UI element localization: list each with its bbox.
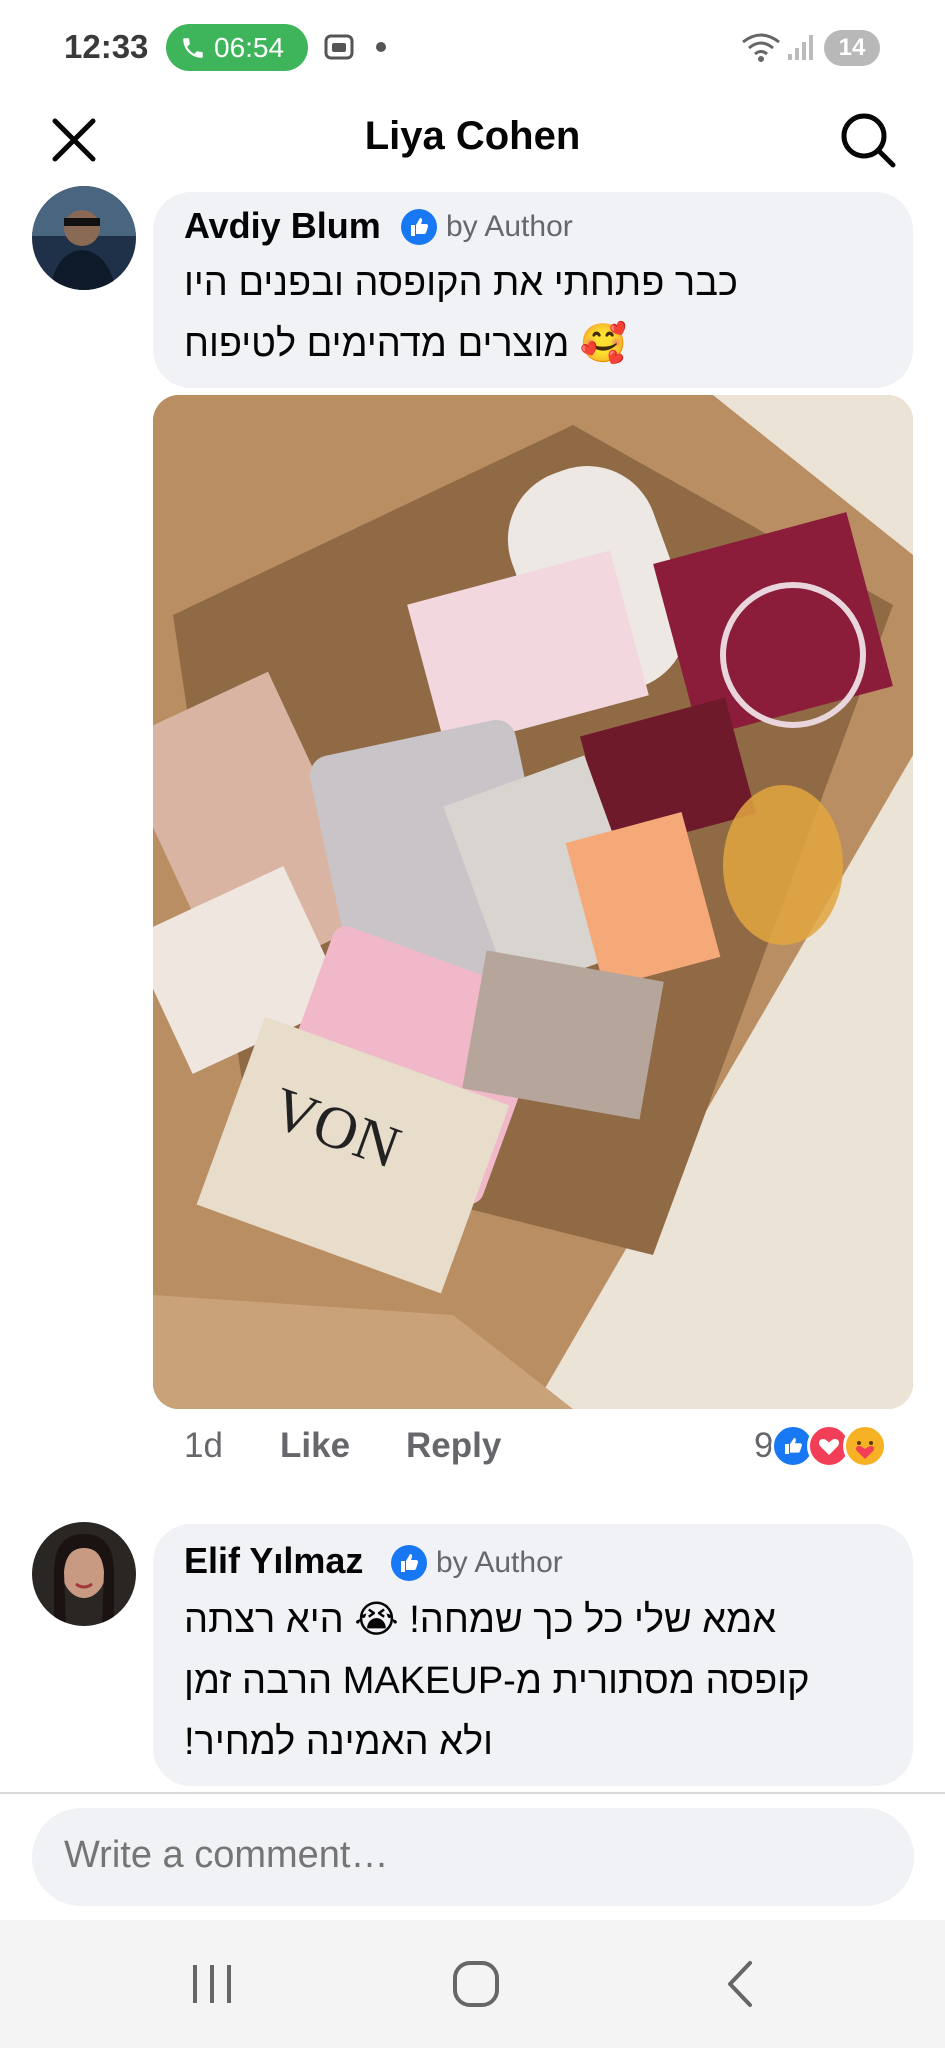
care-icon (843, 1424, 888, 1468)
like-button[interactable]: Like (280, 1426, 350, 1466)
comment-text: אמא שלי כל כך שמחה! 😭 היא רצתה קופסה מסת… (184, 1590, 810, 1773)
search-icon (841, 113, 896, 168)
comment-input[interactable] (64, 1834, 864, 1877)
author-badge-icon (401, 209, 437, 245)
comment-text-line: 🥰 מוצרים מדהימים לטיפוח (184, 323, 628, 365)
recent-apps-icon (193, 1965, 231, 2003)
comment-photo[interactable]: VON (153, 395, 913, 1409)
recent-apps-button[interactable] (172, 1954, 252, 2014)
comment-text-line: כבר פתחתי את הקופסה ובפנים היו (184, 262, 738, 304)
page-title: Liya Cohen (364, 114, 581, 158)
comment-time[interactable]: 1d (184, 1426, 223, 1466)
comment-text-line: ולא האמינה למחיר! (184, 1721, 493, 1763)
screen-record-icon (324, 34, 354, 60)
search-button[interactable] (836, 108, 900, 172)
composer-divider (0, 1792, 945, 1794)
home-icon (453, 1961, 499, 2007)
battery-indicator: 14 (824, 30, 880, 66)
system-nav-bar (0, 1920, 945, 2048)
phone-icon (183, 37, 203, 58)
author-label: by Author (436, 1546, 563, 1579)
signal-icon (788, 35, 813, 60)
avatar[interactable] (32, 1522, 136, 1626)
status-time: 12:33 (64, 28, 149, 65)
back-icon (728, 1961, 752, 2007)
call-timer: 06:54 (214, 31, 285, 63)
comment-composer[interactable] (32, 1808, 914, 1906)
comments-header: Liya Cohen (0, 96, 945, 188)
comment-text-line: אמא שלי כל כך שמחה! 😭 היא רצתה (184, 1599, 777, 1641)
back-button[interactable] (700, 1954, 780, 2014)
notification-dot (376, 42, 386, 52)
home-button[interactable] (436, 1954, 516, 2014)
wifi-icon (742, 33, 780, 62)
reply-button[interactable]: Reply (406, 1426, 501, 1466)
comment-text: כבר פתחתי את הקופסה ובפנים היו 🥰 מוצרים … (184, 253, 738, 375)
status-bar: 12:33 06:54 14 (0, 0, 945, 96)
comment-author[interactable]: Elif Yılmaz (184, 1540, 363, 1582)
reaction-summary[interactable]: 9 (754, 1422, 888, 1470)
author-label: by Author (446, 210, 573, 243)
comment-author[interactable]: Avdiy Blum (184, 205, 381, 247)
author-badge-icon (391, 1545, 427, 1581)
avatar[interactable] (32, 186, 136, 290)
ongoing-call-pill[interactable]: 06:54 (166, 24, 308, 71)
comment-text-line: קופסה מסתורית מ-MAKEUP הרבה זמן (184, 1660, 810, 1702)
